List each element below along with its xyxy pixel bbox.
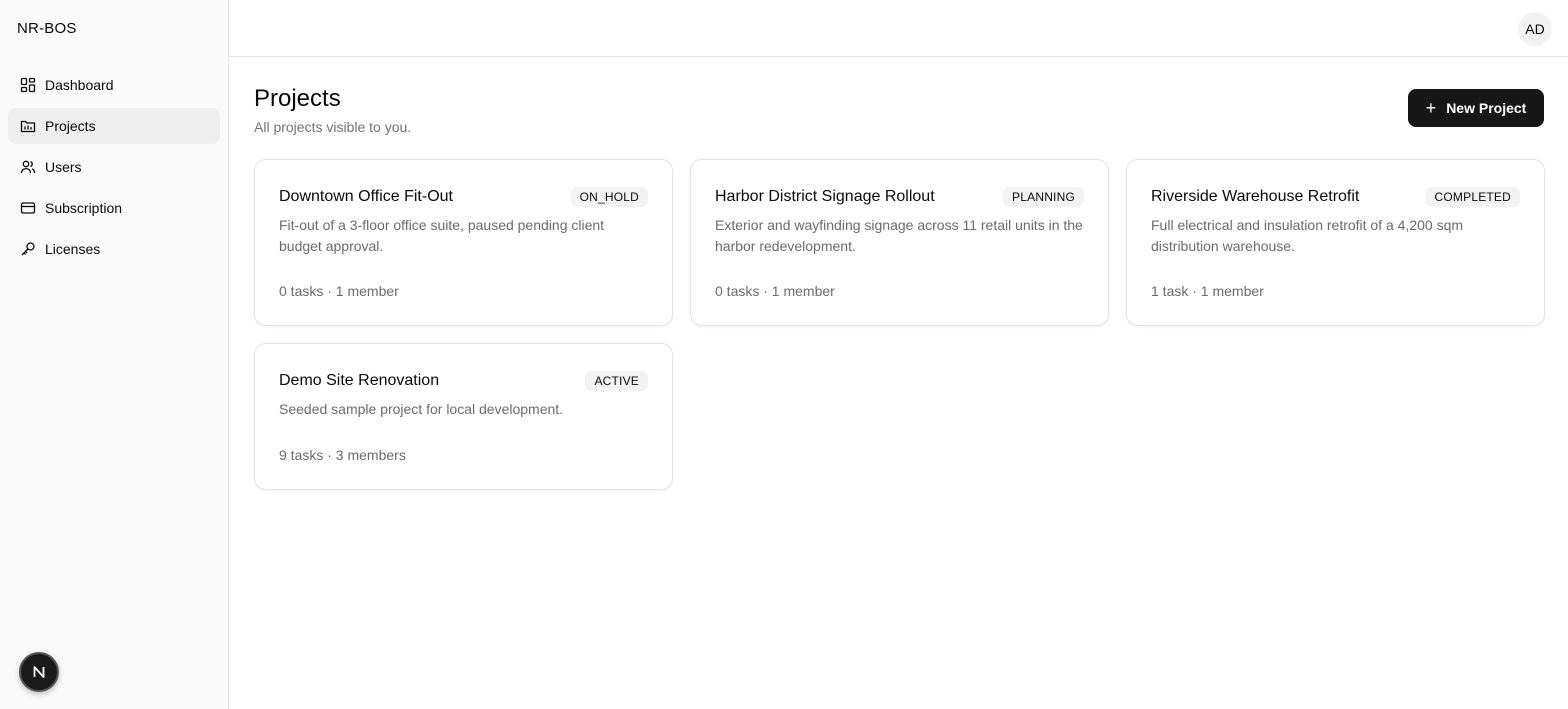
- page-title: Projects: [254, 85, 341, 112]
- credit-card-icon: [20, 200, 36, 216]
- sidebar-nav: Dashboard Projects Users Subscription Li…: [0, 57, 228, 280]
- folder-icon: [20, 118, 36, 134]
- top-bar: AD: [229, 0, 1568, 57]
- sidebar-item-label: Projects: [45, 118, 96, 134]
- sidebar-item-projects[interactable]: Projects: [8, 108, 220, 144]
- key-icon: [20, 241, 36, 257]
- project-card[interactable]: Downtown Office Fit-Out ON_HOLD Fit-out …: [254, 159, 673, 326]
- project-meta: 9 tasks · 3 members: [279, 447, 406, 463]
- sidebar: NR-BOS Dashboard Projects Users Subscrip…: [0, 0, 229, 709]
- project-card[interactable]: Harbor District Signage Rollout PLANNING…: [690, 159, 1109, 326]
- project-title: Downtown Office Fit-Out: [279, 188, 453, 205]
- status-badge: ACTIVE: [585, 371, 648, 391]
- project-meta: 1 task · 1 member: [1151, 283, 1264, 299]
- project-title: Harbor District Signage Rollout: [715, 188, 935, 205]
- project-meta: 0 tasks · 1 member: [715, 283, 835, 299]
- sidebar-item-licenses[interactable]: Licenses: [8, 231, 220, 267]
- sidebar-item-users[interactable]: Users: [8, 149, 220, 185]
- project-description: Full electrical and insulation retrofit …: [1151, 217, 1464, 254]
- status-badge: COMPLETED: [1425, 187, 1520, 207]
- project-description: Fit-out of a 3-floor office suite, pause…: [279, 217, 605, 254]
- projects-grid: Downtown Office Fit-Out ON_HOLD Fit-out …: [254, 159, 1545, 490]
- status-badge: ON_HOLD: [570, 187, 648, 207]
- project-card[interactable]: Riverside Warehouse Retrofit COMPLETED F…: [1126, 159, 1545, 326]
- sidebar-item-label: Users: [45, 159, 82, 175]
- sidebar-item-label: Licenses: [45, 241, 101, 257]
- user-avatar[interactable]: AD: [1518, 12, 1552, 46]
- page-subtitle: All projects visible to you.: [254, 119, 412, 135]
- sidebar-item-label: Subscription: [45, 200, 123, 216]
- dev-tools-button[interactable]: [19, 652, 59, 692]
- users-icon: [20, 159, 36, 175]
- n-logo-icon: [33, 666, 45, 678]
- brand-logo[interactable]: NR-BOS: [0, 0, 228, 57]
- new-project-label: New Project: [1446, 100, 1527, 116]
- project-title: Riverside Warehouse Retrofit: [1151, 188, 1360, 205]
- sidebar-item-label: Dashboard: [45, 77, 114, 93]
- sidebar-item-dashboard[interactable]: Dashboard: [8, 67, 220, 103]
- project-title: Demo Site Renovation: [279, 372, 440, 389]
- project-description: Seeded sample project for local developm…: [279, 401, 564, 417]
- dashboard-icon: [20, 77, 36, 93]
- new-project-button[interactable]: + New Project: [1408, 89, 1544, 127]
- project-meta: 0 tasks · 1 member: [279, 283, 399, 299]
- sidebar-item-subscription[interactable]: Subscription: [8, 190, 220, 226]
- status-badge: PLANNING: [1003, 187, 1084, 207]
- plus-icon: +: [1425, 98, 1437, 118]
- project-card[interactable]: Demo Site Renovation ACTIVE Seeded sampl…: [254, 343, 673, 490]
- project-description: Exterior and wayfinding signage across 1…: [715, 217, 1083, 254]
